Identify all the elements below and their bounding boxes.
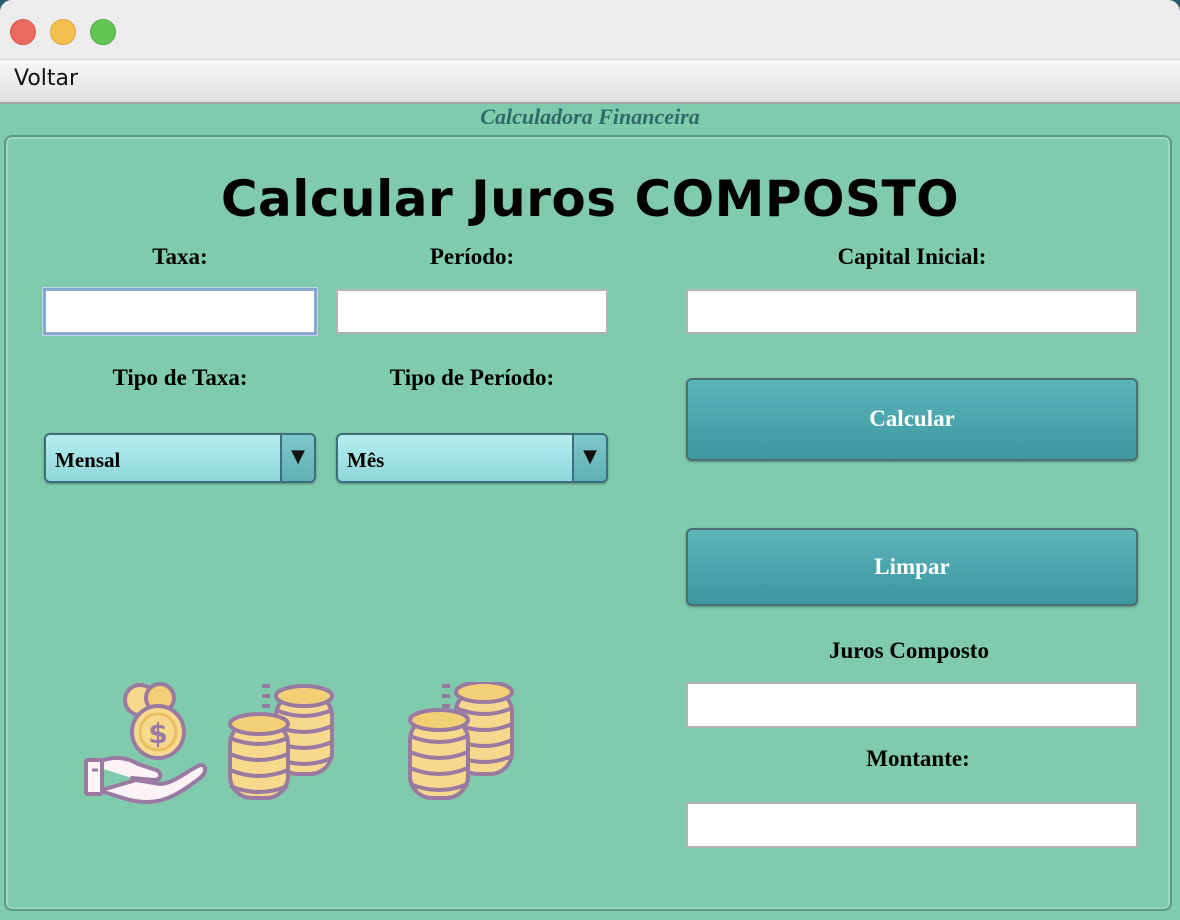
periodo-input[interactable]	[336, 289, 608, 334]
tipo-taxa-select[interactable]: Mensal ▼	[44, 433, 316, 483]
hand-with-money-icon: $	[84, 682, 207, 804]
capital-inicial-input[interactable]	[686, 289, 1138, 334]
taxa-label: Taxa:	[152, 244, 208, 269]
tipo-taxa-selected: Mensal	[55, 448, 121, 472]
chevron-down-icon[interactable]: ▼	[572, 435, 606, 481]
juros-composto-output[interactable]	[686, 682, 1138, 728]
menu-bar: Voltar	[0, 60, 1180, 104]
coin-stacks-icon	[408, 682, 514, 800]
montante-output[interactable]	[686, 802, 1138, 848]
svg-text:$: $	[148, 717, 167, 750]
tipo-taxa-label: Tipo de Taxa:	[112, 365, 248, 390]
calcular-button[interactable]: Calcular	[686, 378, 1138, 461]
capital-inicial-label: Capital Inicial:	[837, 244, 987, 269]
tipo-periodo-select[interactable]: Mês ▼	[336, 433, 608, 483]
maximize-window-button[interactable]	[90, 19, 116, 45]
minimize-window-button[interactable]	[50, 19, 76, 45]
title-bar	[0, 0, 1180, 60]
montante-label: Montante:	[866, 746, 970, 771]
juros-composto-label: Juros Composto	[829, 638, 989, 663]
tipo-periodo-selected: Mês	[347, 448, 385, 472]
close-window-button[interactable]	[10, 19, 36, 45]
page-title: Calcular Juros COMPOSTO	[220, 170, 960, 228]
taxa-input[interactable]	[43, 288, 317, 335]
menu-voltar[interactable]: Voltar	[14, 66, 78, 91]
periodo-label: Período:	[429, 244, 515, 269]
chevron-down-icon[interactable]: ▼	[280, 435, 314, 481]
frame-title: Calculadora Financeira	[480, 104, 700, 129]
limpar-button[interactable]: Limpar	[686, 528, 1138, 606]
app-window: Voltar Calculadora Financeira Calcular J…	[0, 0, 1180, 920]
coin-stacks-icon	[228, 684, 334, 800]
tipo-periodo-label: Tipo de Período:	[389, 365, 555, 390]
